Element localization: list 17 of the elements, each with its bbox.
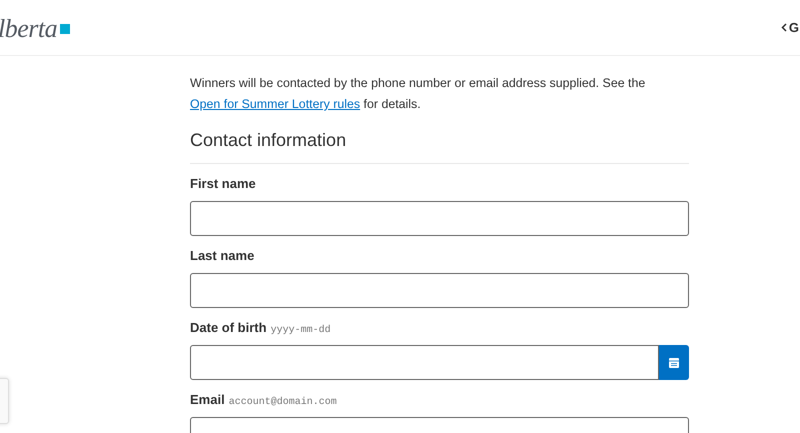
input-field[interactable]: [190, 273, 689, 308]
calendar-icon: [669, 357, 679, 368]
date-field[interactable]: [190, 345, 659, 380]
field-label: Email: [190, 392, 225, 407]
calendar-button[interactable]: [659, 345, 689, 380]
back-link[interactable]: G: [780, 20, 799, 35]
chevron-left-icon: [780, 23, 787, 32]
field-hint: account@domain.com: [228, 397, 337, 408]
field-label: Date of birth: [190, 320, 267, 335]
intro-text: Winners will be contacted by the phone number or email address supplied. See the Open for Summer Lottery rules for details.: [190, 75, 646, 113]
logo-square-icon: [60, 24, 70, 34]
field-label: Last name: [190, 248, 254, 263]
input-field[interactable]: [190, 201, 689, 236]
field-hint: yyyy-mm-dd: [270, 325, 331, 336]
rules-link[interactable]: Open for Summer Lottery rules: [190, 97, 360, 111]
section-title: Contact information: [190, 115, 689, 164]
field-label: First name: [190, 176, 256, 191]
